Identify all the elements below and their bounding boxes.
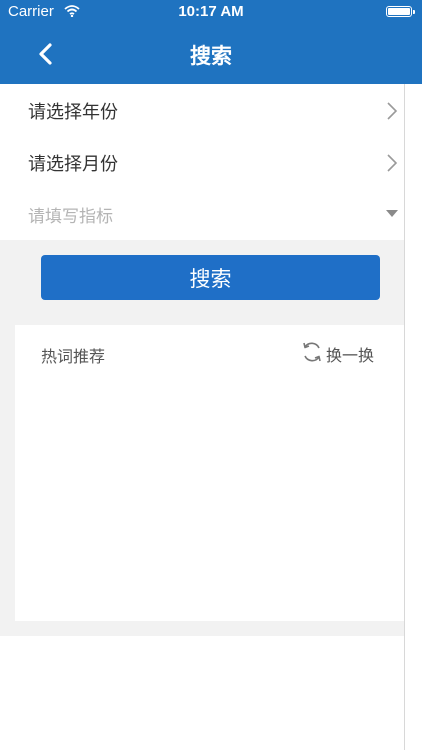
page-title: 搜索 xyxy=(190,44,232,68)
hot-words-card: 热词推荐 换一换 xyxy=(15,325,404,621)
caret-down-icon[interactable] xyxy=(386,210,398,217)
refresh-icon xyxy=(300,340,324,368)
search-button[interactable]: 搜索 xyxy=(41,255,380,300)
status-bar: Carrier 10:17 AM xyxy=(0,0,422,24)
chevron-right-icon xyxy=(384,152,400,178)
hot-words-title: 热词推荐 xyxy=(41,347,106,366)
refresh-label: 换一换 xyxy=(325,346,374,365)
nav-bar: 搜索 xyxy=(0,24,422,84)
chevron-right-icon xyxy=(384,100,400,126)
month-selector-label: 请选择月份 xyxy=(28,154,118,175)
refresh-button[interactable]: 换一换 xyxy=(300,340,374,368)
battery-icon xyxy=(386,6,415,17)
year-selector-label: 请选择年份 xyxy=(28,102,118,123)
indicator-input[interactable]: 请填写指标 xyxy=(0,188,404,240)
year-selector[interactable]: 请选择年份 xyxy=(0,84,404,136)
indicator-placeholder: 请填写指标 xyxy=(28,207,113,227)
divider xyxy=(404,84,405,750)
status-time: 10:17 AM xyxy=(178,3,244,20)
month-selector[interactable]: 请选择月份 xyxy=(0,136,404,188)
